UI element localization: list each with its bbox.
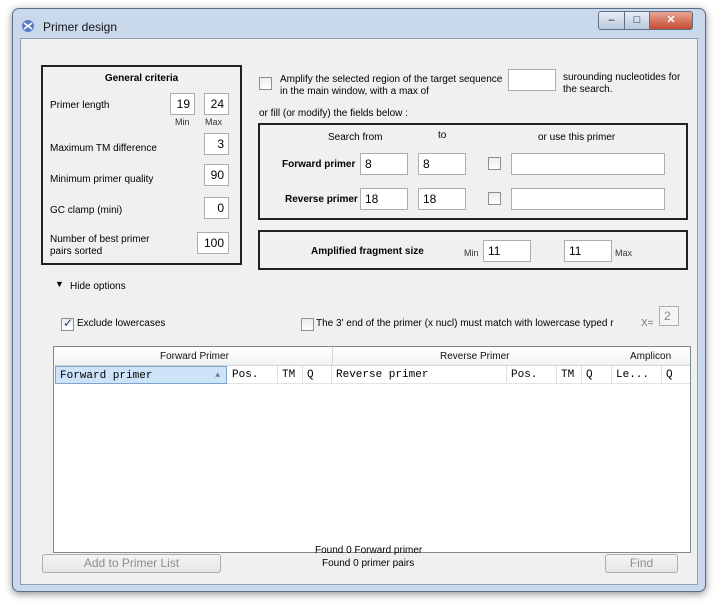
found-pairs-status: Found 0 primer pairs — [322, 558, 415, 569]
search-from-label: Search from — [328, 132, 383, 143]
col-amplicon-q[interactable]: Q — [662, 366, 690, 384]
general-criteria-heading: General criteria — [104, 73, 179, 84]
col-forward-tm[interactable]: TM — [278, 366, 303, 384]
primer-length-label: Primer length — [50, 100, 110, 111]
forward-primer-input[interactable] — [511, 153, 665, 175]
group-forward-primer: Forward Primer — [160, 351, 229, 362]
x-value-input[interactable]: 2 — [659, 306, 679, 326]
col-reverse-pos[interactable]: Pos. — [507, 366, 557, 384]
app-icon — [22, 20, 34, 32]
collapse-triangle-icon[interactable]: ▼ — [55, 279, 64, 289]
min-quality-input[interactable]: 90 — [204, 164, 229, 186]
dialog-body: General criteria Primer length 19 24 Min… — [20, 38, 698, 585]
or-fill-label: or fill (or modify) the fields below : — [259, 108, 408, 119]
max-tm-input[interactable]: 3 — [204, 133, 229, 155]
group-amplicon: Amplicon — [630, 351, 672, 362]
col-reverse-primer[interactable]: Reverse primer — [332, 366, 507, 384]
three-prime-match-checkbox[interactable] — [301, 318, 314, 331]
gc-clamp-label: GC clamp (mini) — [50, 205, 123, 216]
primer-length-max-label: Max — [205, 117, 223, 127]
fragment-max-input[interactable]: 11 — [564, 240, 612, 262]
forward-from-input[interactable]: 8 — [360, 153, 408, 175]
primer-results-table[interactable]: Forward Primer Reverse Primer Amplicon F… — [53, 346, 691, 553]
three-prime-match-label: The 3' end of the primer (x nucl) must m… — [316, 318, 614, 329]
best-pairs-input[interactable]: 100 — [197, 232, 229, 254]
fragment-size-label: Amplified fragment size — [311, 246, 424, 257]
add-to-primer-list-button[interactable]: Add to Primer List — [42, 554, 221, 573]
gc-clamp-input[interactable]: 0 — [204, 197, 229, 219]
window-title: Primer design — [43, 20, 118, 34]
max-tm-label: Maximum TM difference — [50, 143, 157, 154]
col-forward-q[interactable]: Q — [303, 366, 332, 384]
find-button[interactable]: Find — [605, 554, 678, 573]
table-column-header: Forward primer ▲ Pos. TM Q Reverse prime… — [54, 366, 690, 384]
col-forward-pos[interactable]: Pos. — [228, 366, 278, 384]
col-reverse-q[interactable]: Q — [582, 366, 612, 384]
minimize-button[interactable]: ‒ — [598, 11, 625, 30]
x-label: X= — [641, 318, 654, 329]
fragment-min-label: Min — [464, 248, 479, 258]
forward-to-input[interactable]: 8 — [418, 153, 466, 175]
forward-use-primer-checkbox[interactable] — [488, 157, 501, 170]
general-criteria-panel: General criteria Primer length 19 24 Min… — [41, 65, 242, 265]
exclude-lowercase-checkbox[interactable] — [61, 316, 74, 331]
primer-length-min-label: Min — [175, 117, 190, 127]
sort-up-icon: ▲ — [215, 371, 220, 380]
primer-length-min-input[interactable]: 19 — [170, 93, 195, 115]
best-pairs-label: Number of best primer pairs sorted — [50, 234, 150, 257]
reverse-use-primer-checkbox[interactable] — [488, 192, 501, 205]
surrounding-nucleotides-label: surounding nucleotides for the search. — [563, 72, 681, 95]
search-range-panel: Search from to or use this primer Forwar… — [258, 123, 688, 220]
primer-design-window: Primer design ‒ □ ✕ General criteria Pri… — [12, 8, 706, 592]
surrounding-nucleotides-input[interactable] — [508, 69, 556, 91]
reverse-from-input[interactable]: 18 — [360, 188, 408, 210]
title-bar[interactable]: Primer design ‒ □ ✕ — [13, 9, 705, 39]
amplify-region-checkbox[interactable] — [259, 77, 272, 90]
exclude-lowercase-label: Exclude lowercases — [77, 318, 166, 329]
group-reverse-primer: Reverse Primer — [440, 351, 510, 362]
col-reverse-tm[interactable]: TM — [557, 366, 582, 384]
found-forward-status: Found 0 Forward primer — [315, 545, 423, 556]
reverse-to-input[interactable]: 18 — [418, 188, 466, 210]
col-forward-primer-label: Forward primer — [60, 370, 153, 382]
fragment-min-input[interactable]: 11 — [483, 240, 531, 262]
use-primer-label: or use this primer — [538, 132, 616, 143]
reverse-primer-input[interactable] — [511, 188, 665, 210]
group-divider — [332, 347, 333, 366]
amplify-region-label: Amplify the selected region of the targe… — [280, 74, 503, 97]
maximize-button[interactable]: □ — [624, 11, 650, 30]
close-button[interactable]: ✕ — [649, 11, 693, 30]
reverse-primer-label: Reverse primer — [285, 194, 358, 205]
table-group-header: Forward Primer Reverse Primer Amplicon — [54, 347, 690, 366]
fragment-size-panel: Amplified fragment size Min 11 11 Max — [258, 230, 688, 270]
min-quality-label: Minimum primer quality — [50, 174, 154, 185]
col-forward-primer[interactable]: Forward primer ▲ — [55, 366, 227, 384]
hide-options-toggle[interactable]: Hide options — [70, 281, 126, 292]
forward-primer-label: Forward primer — [282, 159, 356, 170]
fragment-max-label: Max — [615, 248, 633, 258]
col-amplicon-length[interactable]: Le... — [612, 366, 662, 384]
search-to-label: to — [438, 130, 447, 141]
primer-length-max-input[interactable]: 24 — [204, 93, 229, 115]
